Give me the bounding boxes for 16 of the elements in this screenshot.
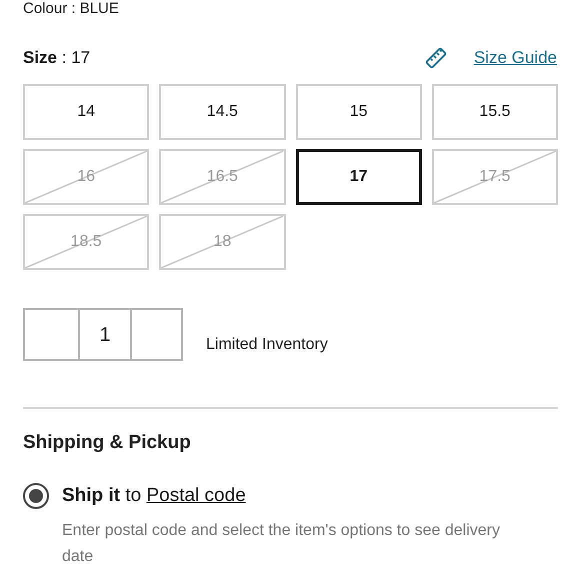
size-guide-link[interactable]: Size Guide [474,45,557,71]
size-option[interactable]: 14.5 [159,84,286,140]
size-label: Size : 17 [23,47,90,70]
size-option[interactable]: 15.5 [432,84,558,140]
size-option[interactable]: 15 [296,84,422,140]
quantity-field[interactable]: 1 [78,310,132,359]
shipping-option-text: Ship it to Postal code [62,484,246,508]
postal-code-link[interactable]: Postal code [146,484,246,506]
ruler-icon [424,46,448,70]
size-option[interactable]: 14 [23,84,150,140]
inventory-note: Limited Inventory [206,335,328,355]
section-title: Shipping & Pickup [23,431,192,455]
size-option[interactable]: 17 [296,149,422,205]
radio-button[interactable] [23,482,49,509]
shipping-description: Enter postal code and select the item's options to see delivery date [62,521,501,567]
colour-label: Colour : BLUE [23,0,119,18]
